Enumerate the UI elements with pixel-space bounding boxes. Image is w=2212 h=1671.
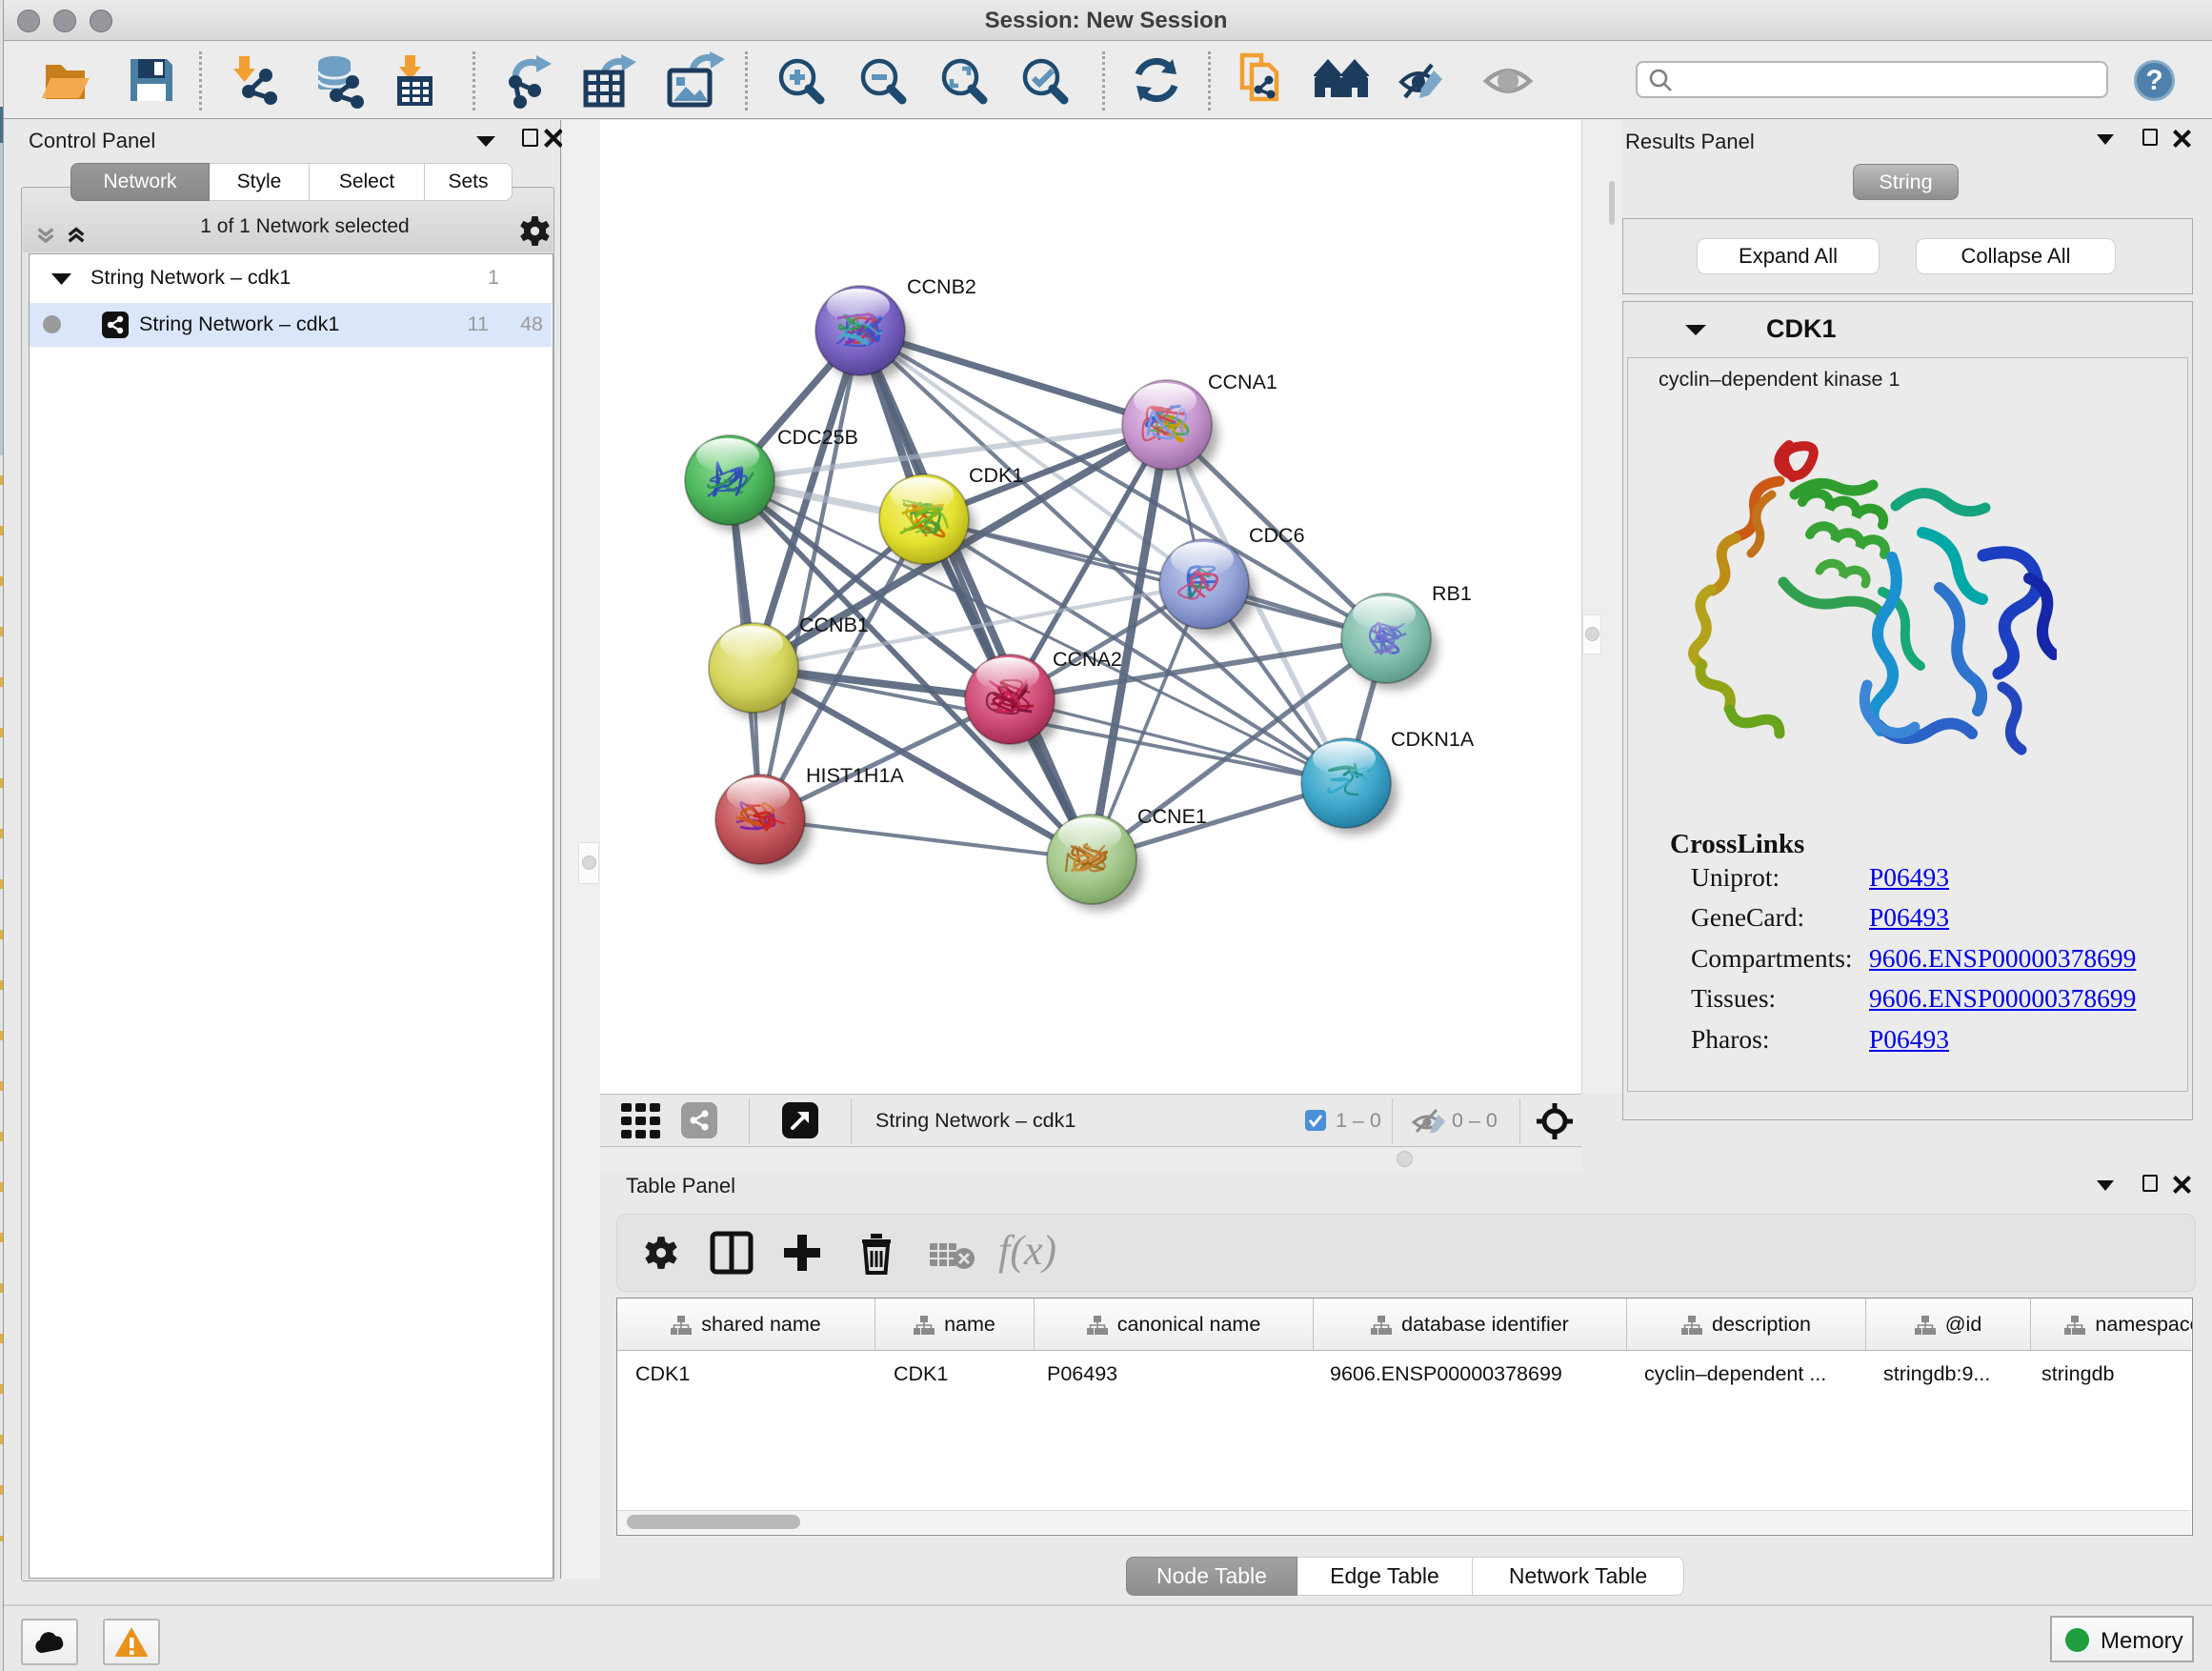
svg-text:CDK1: CDK1 (969, 464, 1023, 487)
svg-text:CCNB2: CCNB2 (907, 275, 976, 298)
svg-text:CDC25B: CDC25B (777, 426, 858, 449)
svg-text:CCNE1: CCNE1 (1137, 805, 1207, 828)
svg-text:RB1: RB1 (1432, 582, 1472, 605)
svg-text:CCNB1: CCNB1 (799, 614, 869, 636)
svg-text:HIST1H1A: HIST1H1A (806, 764, 904, 787)
svg-text:CDKN1A: CDKN1A (1391, 728, 1475, 751)
svg-text:CCNA2: CCNA2 (1053, 648, 1122, 671)
svg-text:CDC6: CDC6 (1249, 524, 1305, 547)
svg-text:CCNA1: CCNA1 (1208, 371, 1277, 393)
